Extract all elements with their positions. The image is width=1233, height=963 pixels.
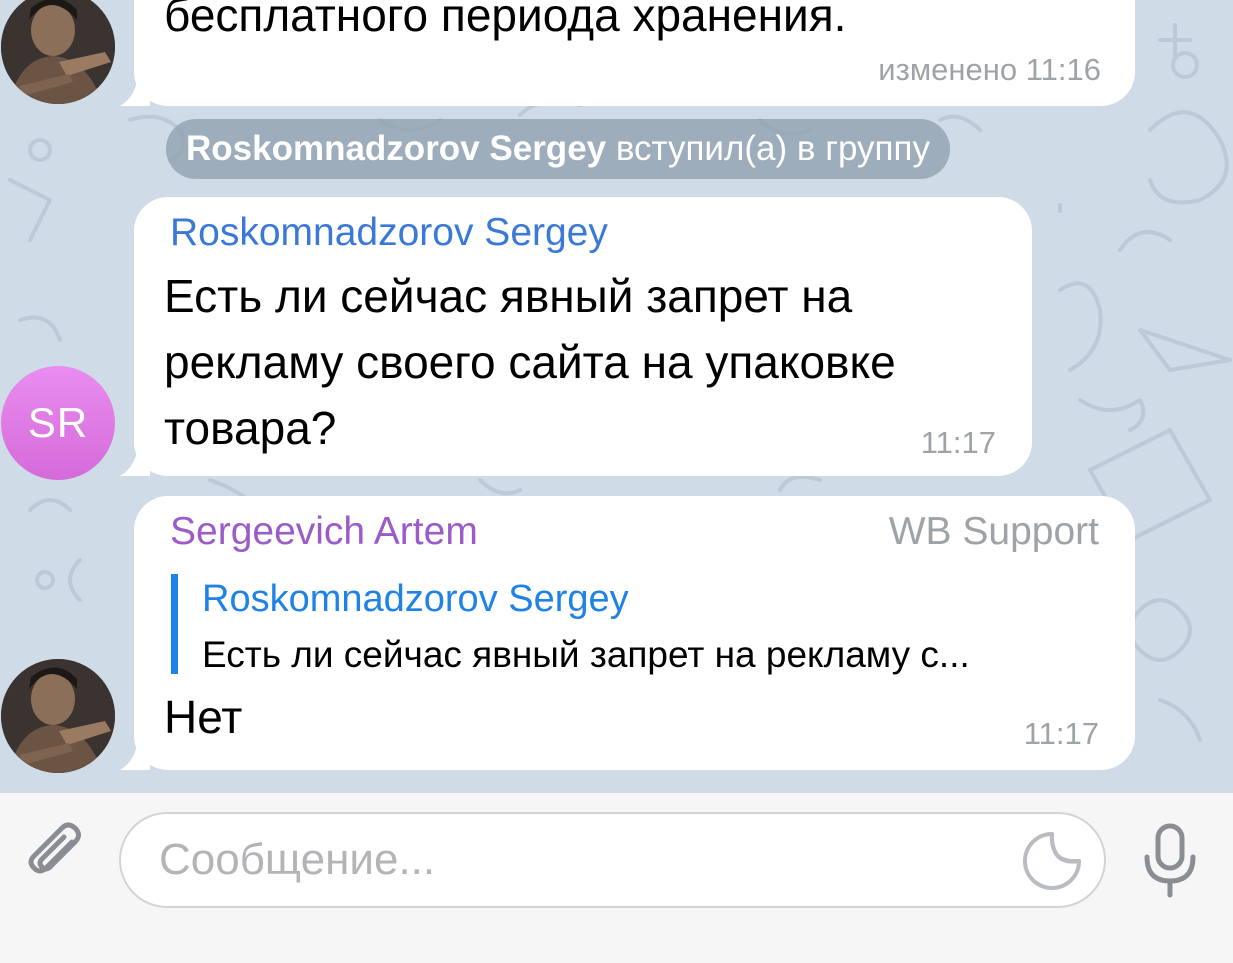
- message-input[interactable]: Сообщение...: [119, 812, 1106, 908]
- message-text-line-2: рекламу своего сайта на упаковке: [164, 336, 896, 388]
- avatar-initials: SR: [27, 399, 89, 446]
- message-text-line-3: товара?: [164, 402, 337, 454]
- paperclip-icon[interactable]: [20, 820, 90, 890]
- avatar-sergey[interactable]: SR: [1, 366, 115, 480]
- microphone-icon[interactable]: [1139, 823, 1201, 899]
- avatar-photo-image: [1, 659, 115, 773]
- reply-quote-sender: Roskomnadzorov Sergey: [202, 578, 629, 620]
- message-sender[interactable]: Roskomnadzorov Sergey: [170, 209, 608, 257]
- message-time: 11:17: [920, 425, 996, 460]
- message-bubble-first[interactable]: бесплатного периода хранения. изменено 1…: [134, 0, 1135, 106]
- service-user-name: Roskomnadzorov Sergey: [186, 129, 607, 168]
- message-text-line-1: Есть ли сейчас явный запрет на: [164, 270, 853, 322]
- sticker-icon[interactable]: [1021, 830, 1083, 892]
- chat-area[interactable]: бесплатного периода хранения. изменено 1…: [0, 0, 1233, 792]
- reply-quote-text: Есть ли сейчас явный запрет на рекламу с…: [202, 634, 970, 675]
- message-text: бесплатного периода хранения.: [164, 0, 847, 41]
- reply-quote[interactable]: Roskomnadzorov Sergey Есть ли сейчас явн…: [171, 574, 1101, 675]
- service-message: Roskomnadzorov Sergey вступил(а) в групп…: [166, 119, 950, 179]
- message-input-bar: Сообщение...: [0, 792, 1233, 963]
- message-time: 11:17: [1023, 716, 1099, 751]
- service-action-text: вступил(а) в группу: [606, 129, 930, 168]
- message-sender[interactable]: Sergeevich Artem: [170, 508, 478, 556]
- admin-role-label: WB Support: [888, 510, 1099, 553]
- message-time: изменено 11:16: [878, 52, 1101, 87]
- message-bubble-second[interactable]: Roskomnadzorov Sergey Есть ли сейчас явн…: [134, 197, 1032, 476]
- avatar-artem[interactable]: [1, 659, 115, 773]
- message-input-placeholder: Сообщение...: [159, 835, 436, 884]
- message-text: Нет: [164, 691, 243, 743]
